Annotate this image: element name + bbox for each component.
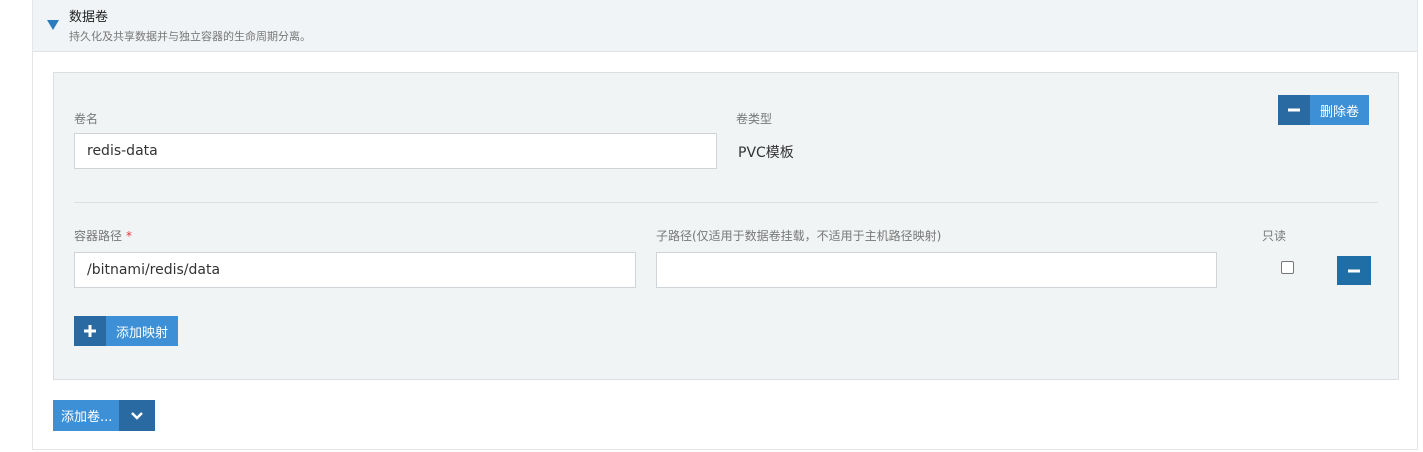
chevron-down-icon[interactable] xyxy=(119,400,155,431)
remove-volume-button[interactable]: 删除卷 xyxy=(1278,95,1370,125)
container-path-input[interactable] xyxy=(74,252,636,288)
triangle-down-icon[interactable] xyxy=(47,20,59,30)
add-volume-dropdown-button[interactable]: 添加卷... xyxy=(53,400,155,431)
add-mapping-label: 添加映射 xyxy=(106,316,179,346)
volume-type-value: PVC模板 xyxy=(738,145,794,161)
required-mark: * xyxy=(126,229,133,243)
remove-mapping-button[interactable] xyxy=(1337,256,1371,285)
plus-icon xyxy=(74,316,106,346)
container-path-label-text: 容器路径 xyxy=(74,229,123,243)
container-path-label: 容器路径 * xyxy=(74,227,132,244)
remove-volume-label: 删除卷 xyxy=(1310,95,1370,125)
add-mapping-button[interactable]: 添加映射 xyxy=(74,316,179,346)
volume-name-label: 卷名 xyxy=(74,112,99,126)
volume-name-input[interactable] xyxy=(74,133,717,169)
section-header[interactable]: 数据卷 持久化及共享数据并与独立容器的生命周期分离。 xyxy=(33,0,1417,52)
readonly-checkbox[interactable] xyxy=(1281,261,1294,274)
add-volume-label: 添加卷... xyxy=(53,400,119,431)
section-subtitle: 持久化及共享数据并与独立容器的生命周期分离。 xyxy=(69,30,311,43)
subpath-input[interactable] xyxy=(656,252,1217,288)
minus-icon xyxy=(1278,95,1310,125)
volumes-section: 数据卷 持久化及共享数据并与独立容器的生命周期分离。 卷名 卷类型 PVC模板 … xyxy=(32,0,1418,450)
readonly-label: 只读 xyxy=(1262,229,1287,243)
volume-type-label: 卷类型 xyxy=(736,112,773,126)
minus-icon xyxy=(1348,269,1360,272)
section-title: 数据卷 xyxy=(69,10,109,25)
divider xyxy=(74,202,1378,203)
volume-panel: 卷名 卷类型 PVC模板 删除卷 容器路径* 子路径(仅适用于数据卷挂载，不适用… xyxy=(53,72,1399,380)
subpath-label: 子路径(仅适用于数据卷挂载，不适用于主机路径映射) xyxy=(656,229,942,243)
